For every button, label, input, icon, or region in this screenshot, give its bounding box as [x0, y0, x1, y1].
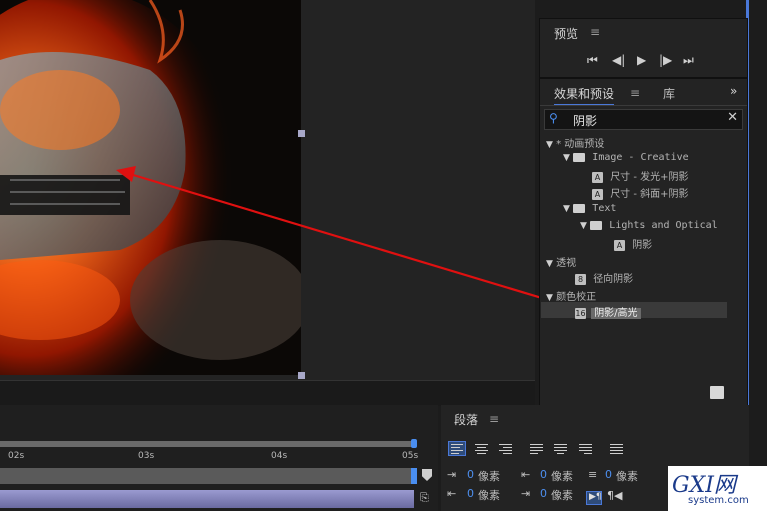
ruler-label: 02s — [8, 451, 25, 461]
ruler-label: 03s — [138, 451, 155, 461]
last-frame-icon[interactable]: ⏭ — [683, 53, 694, 68]
tree-item-radial-shadow[interactable]: 8 径向阴影 — [575, 270, 633, 285]
preset-icon: A — [592, 188, 603, 200]
panel-overflow-icon[interactable]: » — [730, 84, 737, 98]
ruler-label: 05s — [402, 451, 419, 461]
tree-item-label: 径向阴影 — [593, 274, 634, 285]
space-after-value[interactable]: 0 — [540, 487, 547, 500]
space-after-icon: ⇥ — [521, 487, 531, 500]
folder-icon — [573, 203, 586, 213]
car-fire-image — [0, 0, 301, 375]
tree-item-size-glow-shadow[interactable]: A 尺寸 - 发光+阴影 — [592, 168, 689, 183]
tree-item-image-creative[interactable]: ▼ Image - Creative — [563, 152, 689, 163]
justify-last-right-button[interactable] — [578, 442, 594, 455]
align-left-button[interactable] — [448, 441, 466, 456]
comp-flowchart-icon[interactable]: ⎘ — [420, 491, 429, 505]
tree-item-perspective[interactable]: ▼ 透视 — [546, 254, 576, 269]
clear-search-icon[interactable]: ✕ — [727, 110, 738, 125]
folder-icon — [573, 152, 586, 162]
composition-canvas[interactable] — [0, 0, 301, 375]
indent-right-value[interactable]: 0 — [467, 487, 474, 500]
tree-item-label: 阴影/高光 — [591, 308, 641, 319]
preset-icon: A — [592, 171, 603, 183]
composition-viewer[interactable] — [0, 0, 535, 406]
play-icon[interactable]: ▶ — [637, 53, 646, 67]
tree-item-lights-optical[interactable]: ▼ Lights and Optical — [580, 220, 718, 231]
next-frame-icon[interactable]: |▶ — [659, 53, 672, 67]
preview-title: 预览 — [554, 27, 579, 41]
paragraph-title: 段落 — [454, 413, 479, 427]
justify-last-left-button[interactable] — [529, 442, 545, 455]
first-frame-icon[interactable]: ⏮ — [587, 53, 598, 68]
tree-item-size-bevel-shadow[interactable]: A 尺寸 - 斜面+阴影 — [592, 185, 689, 200]
effects-menu-icon[interactable]: ≡ — [630, 86, 640, 100]
effects-search-field[interactable]: ⚲ 阴影 ✕ — [544, 109, 743, 130]
expand-arrow-icon[interactable]: ▼ — [563, 204, 570, 214]
transform-handle-corner[interactable] — [298, 372, 305, 379]
indent-left-unit: 像素 — [478, 470, 500, 483]
layer-bar[interactable] — [0, 490, 414, 508]
paragraph-menu-icon[interactable]: ≡ — [489, 412, 499, 426]
rtl-direction-button[interactable]: ¶◀ — [607, 489, 622, 502]
expand-arrow-icon[interactable]: ▼ — [546, 140, 553, 150]
preset-icon: A — [614, 239, 625, 251]
space-before-unit: 像素 — [551, 470, 573, 483]
search-icon: ⚲ — [549, 111, 558, 125]
folder-icon — [590, 220, 603, 230]
tab-effects-presets[interactable]: 效果和预设 — [554, 85, 615, 106]
tree-item-label: 尺寸 - 斜面+阴影 — [610, 189, 689, 200]
expand-arrow-icon[interactable]: ▼ — [546, 259, 553, 269]
indent-left-icon: ⇥ — [447, 468, 457, 481]
justify-last-center-button[interactable] — [553, 442, 569, 455]
previous-frame-icon[interactable]: ◀| — [612, 53, 625, 67]
tree-item-shadow-preset[interactable]: A 阴影 — [614, 236, 652, 251]
effect-icon: 16 — [575, 307, 586, 319]
preview-panel: 预览 ≡ ⏮ ◀| ▶ |▶ ⏭ — [539, 18, 748, 78]
layer-track[interactable] — [0, 468, 414, 484]
expand-arrow-icon[interactable]: ▼ — [580, 221, 587, 231]
search-input[interactable]: 阴影 — [573, 112, 597, 129]
space-after-unit: 像素 — [551, 489, 573, 502]
first-line-indent-unit: 像素 — [616, 470, 638, 483]
watermark-site: system.com — [688, 495, 749, 506]
tree-item-label: Image - Creative — [592, 152, 689, 163]
work-area-end-handle[interactable] — [411, 439, 417, 448]
align-right-button[interactable] — [498, 442, 514, 455]
ltr-direction-button[interactable]: ▶¶ — [586, 491, 602, 505]
time-ruler[interactable]: 02s 03s 04s 05s — [0, 449, 418, 467]
indent-right-icon: ⇤ — [447, 487, 457, 500]
current-time-indicator[interactable] — [411, 468, 417, 484]
new-preset-icon[interactable] — [710, 386, 724, 399]
tree-item-label: Text — [592, 203, 617, 214]
tab-divider — [540, 105, 747, 106]
indent-right-unit: 像素 — [478, 489, 500, 502]
viewer-footer — [0, 380, 535, 406]
justify-all-button[interactable] — [609, 442, 625, 455]
comp-marker-icon[interactable] — [422, 469, 432, 481]
work-area-bar[interactable] — [0, 441, 414, 447]
transform-handle-right[interactable] — [298, 130, 305, 137]
tree-item-label: 尺寸 - 发光+阴影 — [610, 172, 689, 183]
align-center-button[interactable] — [474, 442, 490, 455]
tree-item-label: 透视 — [556, 258, 577, 269]
tree-item-text[interactable]: ▼ Text — [563, 203, 616, 214]
tab-library[interactable]: 库 — [663, 85, 675, 102]
tree-item-animation-presets[interactable]: ▼ * 动画预设 — [546, 135, 604, 150]
timeline-panel[interactable]: 02s 03s 04s 05s ⎘ — [0, 405, 438, 511]
tree-item-color-correction[interactable]: ▼ 颜色校正 — [546, 288, 596, 303]
tree-item-label: 阴影 — [632, 240, 653, 251]
ruler-label: 04s — [271, 451, 288, 461]
indent-left-value[interactable]: 0 — [467, 468, 474, 481]
first-line-indent-icon: ≡ — [588, 468, 598, 481]
tree-item-label: * 动画预设 — [556, 139, 605, 150]
space-before-icon: ⇤ — [521, 468, 531, 481]
first-line-indent-value[interactable]: 0 — [605, 468, 612, 481]
expand-arrow-icon[interactable]: ▼ — [563, 153, 570, 163]
site-watermark: GXI网 system.com — [668, 466, 767, 511]
tree-item-shadow-highlight[interactable]: 16 阴影/高光 — [575, 304, 641, 319]
preview-menu-icon[interactable]: ≡ — [590, 25, 600, 39]
effect-icon: 8 — [575, 273, 586, 285]
space-before-value[interactable]: 0 — [540, 468, 547, 481]
tree-item-label: Lights and Optical — [609, 220, 718, 231]
